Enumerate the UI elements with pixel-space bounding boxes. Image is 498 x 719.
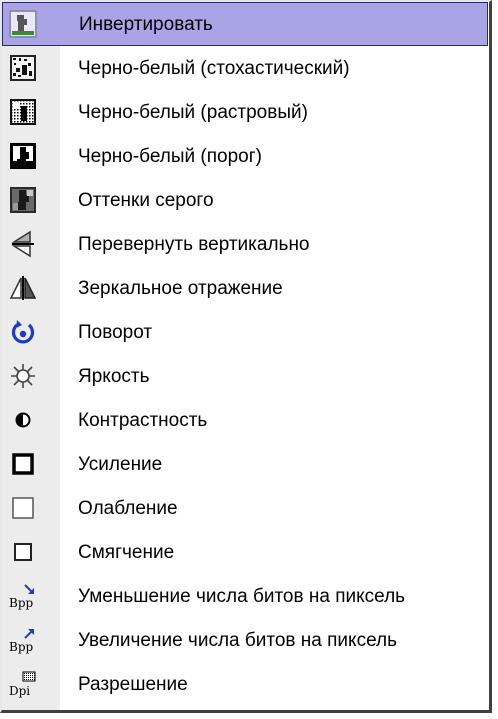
grayscale-icon <box>10 187 36 213</box>
dpi-icon: Dpi <box>9 671 36 698</box>
menu-item-bpp-increase[interactable]: Bpp Увеличение числа битов на пиксель <box>2 618 488 662</box>
menu-item-label: Черно-белый (стохастический) <box>78 58 350 79</box>
bw-threshold-icon <box>10 143 36 169</box>
menu-item-sharpen[interactable]: Усиление <box>2 442 488 486</box>
menu-item-weaken[interactable]: Олабление <box>2 486 488 530</box>
menu-item-mirror[interactable]: Зеркальное отражение <box>2 266 488 310</box>
svg-text:Bpp: Bpp <box>9 596 34 610</box>
menu-item-soften[interactable]: Смягчение <box>2 530 488 574</box>
bw-stochastic-icon <box>10 55 36 81</box>
mirror-icon <box>9 276 37 300</box>
menu-item-label: Черно-белый (порог) <box>78 146 262 167</box>
menu-item-flip-vertical[interactable]: Перевернуть вертикально <box>2 222 488 266</box>
svg-text:Dpi: Dpi <box>9 684 30 698</box>
flip-vertical-icon <box>11 230 34 258</box>
svg-text:Bpp: Bpp <box>9 640 34 654</box>
menu-item-bw-stochastic[interactable]: Черно-белый (стохастический) <box>2 46 488 90</box>
menu-item-label: Разрешение <box>78 674 188 695</box>
menu-item-label: Оттенки серого <box>78 190 214 211</box>
menu-item-label: Поворот <box>78 322 153 343</box>
menu-item-label: Черно-белый (растровый) <box>78 102 308 123</box>
rotate-icon <box>11 320 35 344</box>
image-processing-menu: Инвертировать Черно-белый (стохастически… <box>0 0 492 713</box>
menu-item-label: Усиление <box>78 454 163 475</box>
weaken-icon <box>12 497 34 519</box>
menu-item-rotate[interactable]: Поворот <box>2 310 488 354</box>
menu-item-resolution[interactable]: Dpi Разрешение <box>2 662 488 706</box>
menu-item-label: Перевернуть вертикально <box>78 234 310 255</box>
bpp-decrease-icon: Bpp <box>9 584 34 610</box>
menu-item-grayscale[interactable]: Оттенки серого <box>2 178 488 222</box>
menu-item-brightness[interactable]: Яркость <box>2 354 488 398</box>
menu-item-label: Зеркальное отражение <box>78 278 283 299</box>
soften-icon <box>14 543 32 561</box>
menu-item-bpp-decrease[interactable]: Bpp Уменьшение числа битов на пиксель <box>2 574 488 618</box>
menu-item-label: Уменьшение числа битов на пиксель <box>78 586 406 607</box>
invert-icon <box>9 10 37 38</box>
menu-item-label: Контрастность <box>78 410 208 431</box>
menu-item-label: Смягчение <box>78 542 175 563</box>
menu-item-bw-threshold[interactable]: Черно-белый (порог) <box>2 134 488 178</box>
bw-raster-icon <box>10 99 36 125</box>
menu-item-bw-raster[interactable]: Черно-белый (растровый) <box>2 90 488 134</box>
menu-item-label: Яркость <box>78 366 150 387</box>
menu-item-label: Инвертировать <box>79 14 213 35</box>
brightness-icon <box>11 364 35 388</box>
menu-item-label: Увеличение числа битов на пиксель <box>78 630 397 651</box>
menu-item-label: Олабление <box>78 498 178 519</box>
sharpen-icon <box>12 453 34 475</box>
menu-item-contrast[interactable]: Контрастность <box>2 398 488 442</box>
bpp-increase-icon: Bpp <box>9 629 34 654</box>
contrast-icon <box>15 412 31 428</box>
menu-item-invert[interactable]: Инвертировать <box>2 2 488 46</box>
